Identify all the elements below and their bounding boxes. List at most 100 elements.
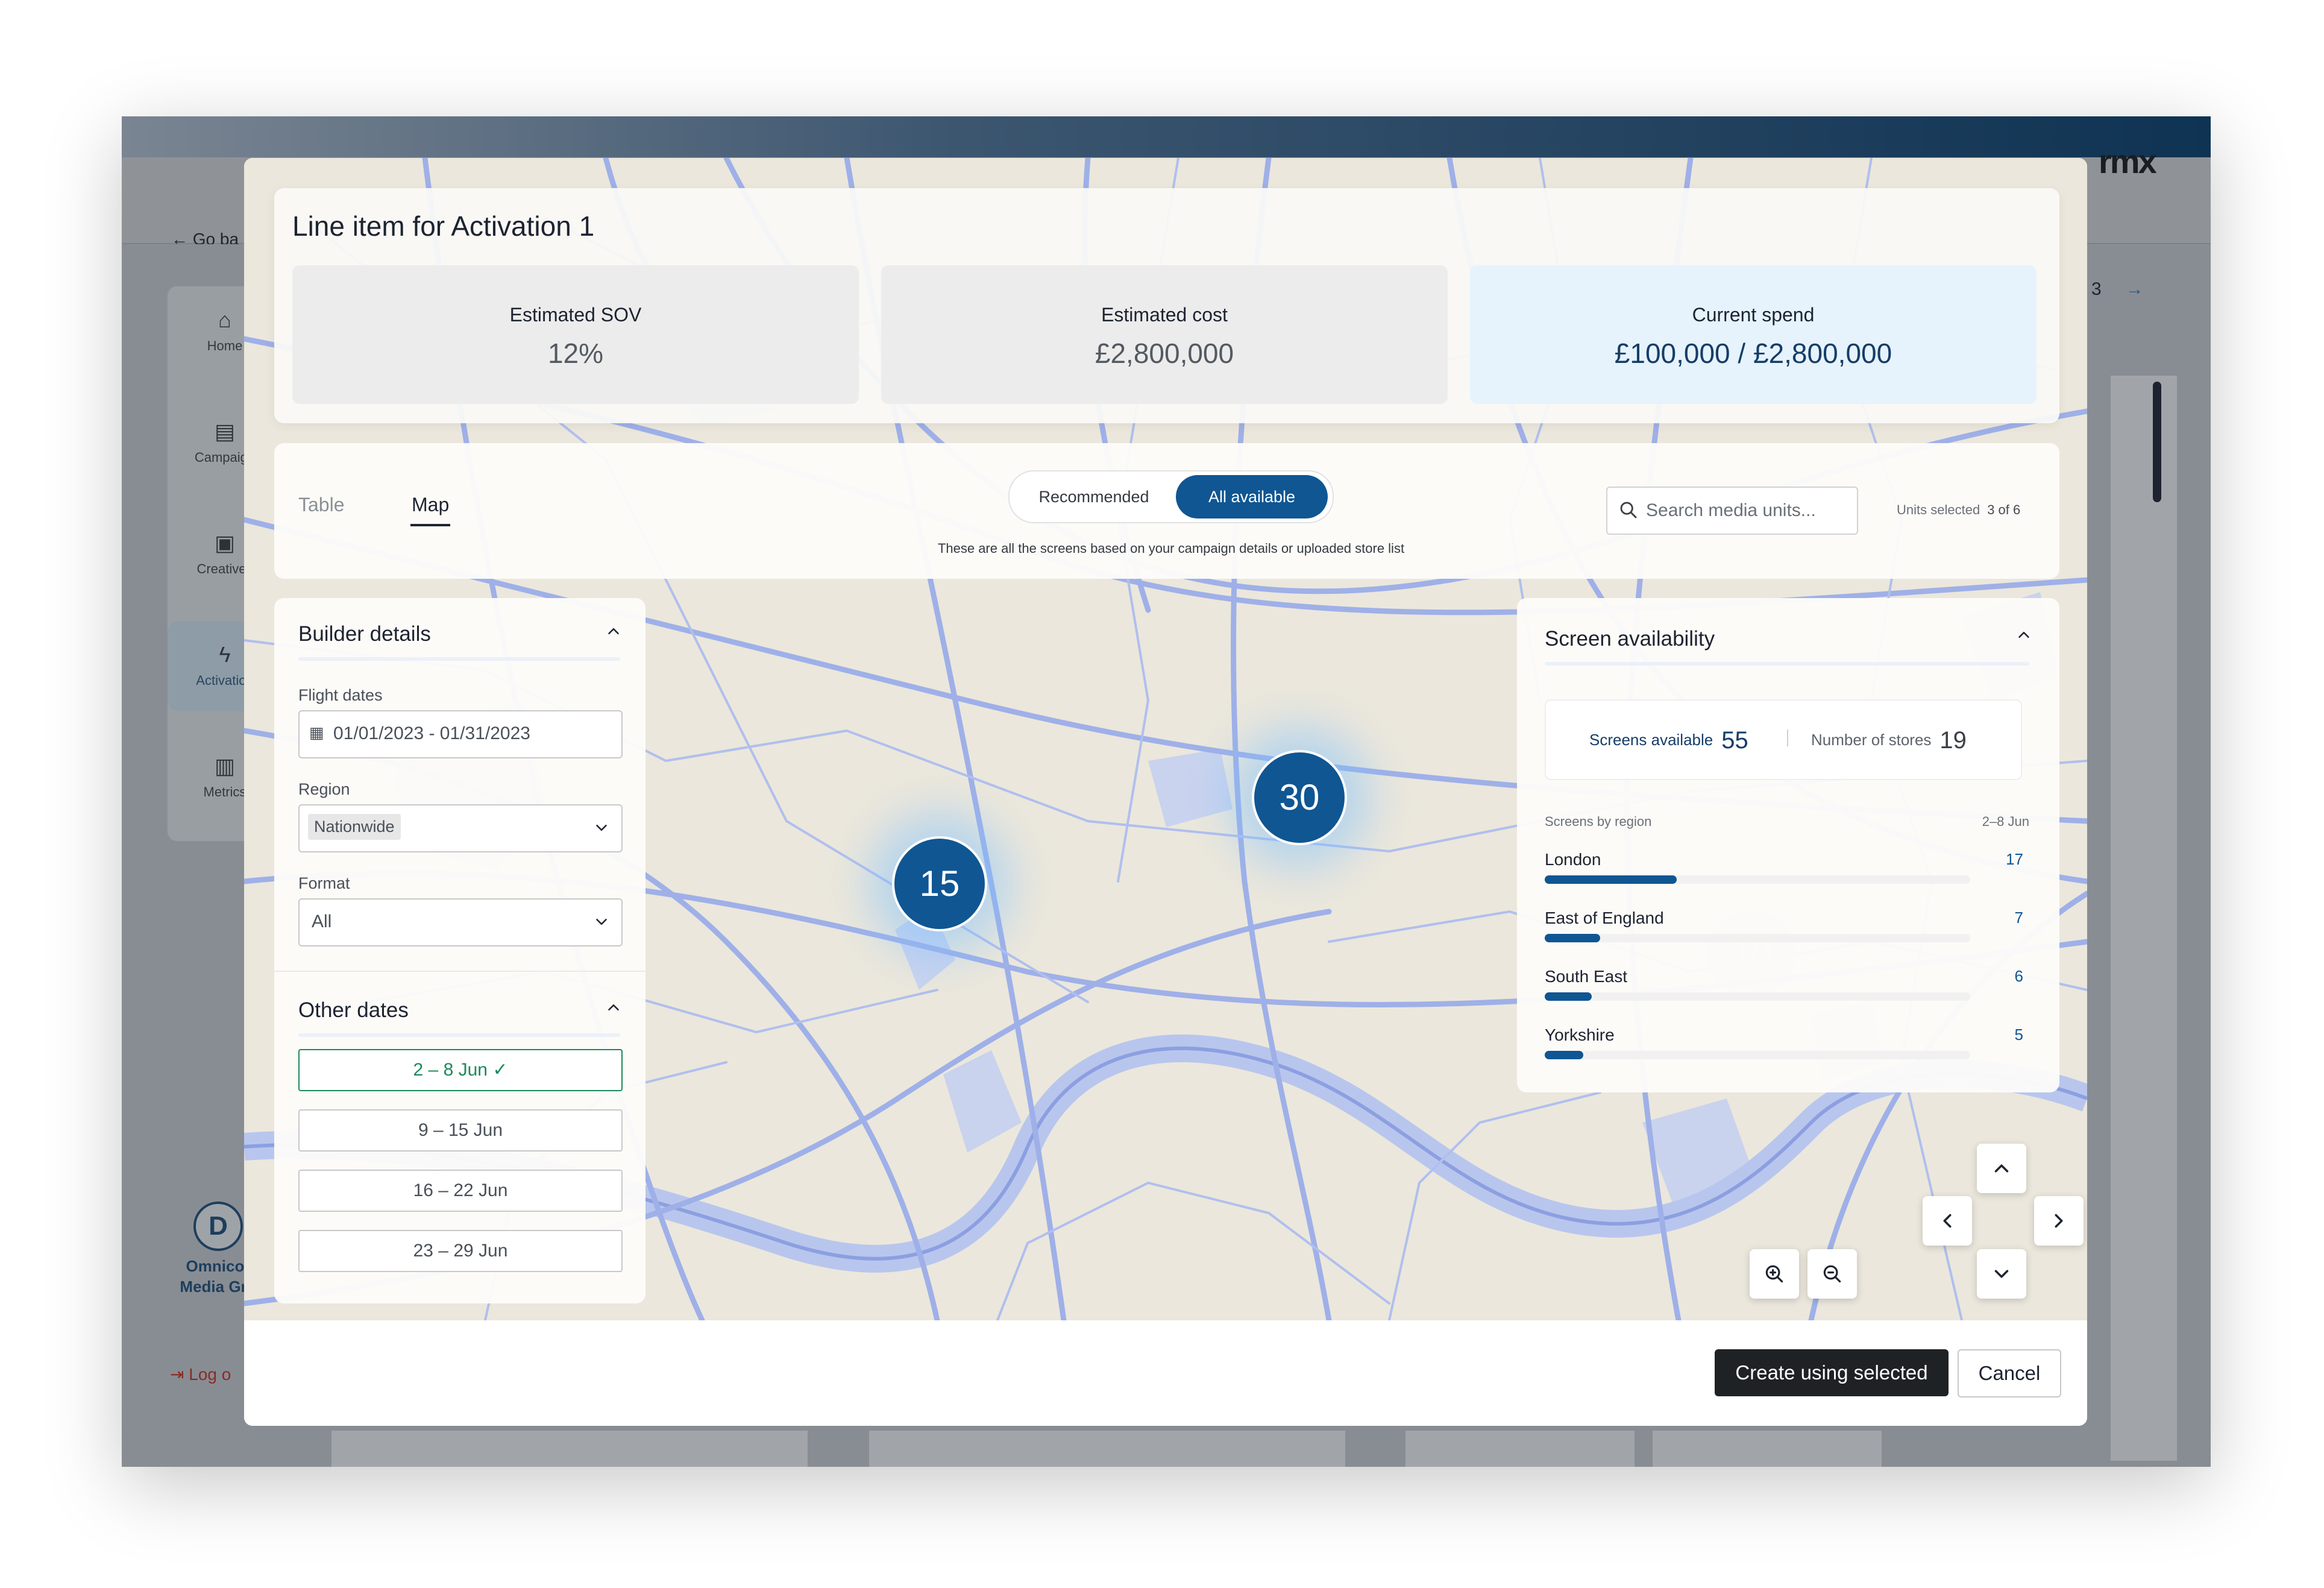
cancel-button[interactable]: Cancel xyxy=(1958,1349,2061,1397)
chevron-up-icon[interactable] xyxy=(2015,626,2033,644)
recommended-option[interactable]: Recommended xyxy=(1014,475,1173,518)
current-spend-card: Current spend £100,000 / £2,800,000 xyxy=(1470,265,2037,404)
zoom-out-button[interactable] xyxy=(1807,1249,1857,1299)
region-row: London 17 xyxy=(1545,850,2029,904)
screen-availability-panel: Screen availability Screens available 55 … xyxy=(1517,598,2059,1092)
region-chip: Nationwide xyxy=(308,814,401,840)
calendar-icon: ▦ xyxy=(309,723,324,742)
date-option[interactable]: 23 – 29 Jun xyxy=(298,1230,623,1272)
zoom-in-button[interactable] xyxy=(1750,1249,1799,1299)
stores-label: Number of stores xyxy=(1811,731,1932,749)
search-input[interactable] xyxy=(1645,495,1852,526)
logout-link[interactable]: ⇥ Log o xyxy=(170,1364,231,1384)
date-option[interactable]: 16 – 22 Jun xyxy=(298,1170,623,1212)
logout-icon: ⇥ xyxy=(170,1365,189,1384)
arrow-right-icon[interactable]: → xyxy=(2126,279,2144,299)
chevron-down-icon xyxy=(596,825,607,831)
images-icon: ▣ xyxy=(214,531,235,555)
background-card xyxy=(869,1431,1345,1467)
stores-value: 19 xyxy=(1939,727,1967,754)
map-cluster-marker[interactable]: 30 xyxy=(1252,750,1347,845)
region-bar-track xyxy=(1545,1051,1970,1059)
rmx-logo: rmx xyxy=(2099,142,2157,180)
screens-available: Screens available 55 xyxy=(1589,727,1748,754)
scrollbar[interactable] xyxy=(2153,382,2161,502)
flight-dates-label: Flight dates xyxy=(298,686,383,704)
screen-availability-title: Screen availability xyxy=(1545,627,1715,651)
format-value: All xyxy=(312,912,332,931)
all-available-option[interactable]: All available xyxy=(1176,475,1328,518)
estimated-sov-card: Estimated SOV 12% xyxy=(292,265,859,404)
stat-value: 12% xyxy=(547,338,604,369)
number-of-stores: Number of stores 19 xyxy=(1811,727,1967,754)
availability-summary: Screens available 55 Number of stores 19 xyxy=(1545,699,2022,780)
other-dates-title: Other dates xyxy=(298,998,409,1022)
format-select[interactable]: All xyxy=(298,898,623,947)
flight-dates-field[interactable]: ▦ 01/01/2023 - 01/31/2023 xyxy=(298,710,623,758)
map-cluster-marker[interactable]: 15 xyxy=(892,836,987,931)
pan-right-button[interactable] xyxy=(2034,1196,2084,1246)
background-card xyxy=(1405,1431,1635,1467)
region-bar-fill xyxy=(1545,875,1677,884)
chevron-up-icon[interactable] xyxy=(605,622,623,640)
tab-table[interactable]: Table xyxy=(298,494,345,516)
panel-divider xyxy=(298,657,620,661)
region-select[interactable]: Nationwide xyxy=(298,804,623,852)
pan-up-button[interactable] xyxy=(1977,1144,2026,1193)
nav-label: Home xyxy=(207,338,243,353)
builder-details-title: Builder details xyxy=(298,622,431,646)
region-bar-track xyxy=(1545,934,1970,942)
region-row: East of England 7 xyxy=(1545,909,2029,963)
region-count: 17 xyxy=(2006,850,2023,868)
units-selected-label: Units selected xyxy=(1897,502,1980,517)
tab-map[interactable]: Map xyxy=(412,494,449,516)
search-box[interactable] xyxy=(1606,487,1858,535)
builder-details-panel: Builder details Flight dates ▦ 01/01/202… xyxy=(274,598,645,1303)
map-park xyxy=(943,1050,1022,1153)
date-option-selected[interactable]: 2 – 8 Jun ✓ xyxy=(298,1049,623,1091)
zoom-in-icon xyxy=(1765,1265,1783,1283)
region-bar-fill xyxy=(1545,934,1600,942)
chevron-right-icon xyxy=(2055,1214,2063,1228)
lightning-icon: ϟ xyxy=(219,642,231,667)
app-top-bar xyxy=(122,116,2211,157)
avatar[interactable]: D xyxy=(193,1202,243,1251)
region-name: East of England xyxy=(1545,909,1664,927)
region-row: South East 6 xyxy=(1545,967,2029,1021)
screen-filter-toggle: Recommended All available xyxy=(1008,470,1334,523)
stat-label: Current spend xyxy=(1692,304,1815,326)
summary-divider xyxy=(1787,729,1788,746)
pan-down-button[interactable] xyxy=(1977,1249,2026,1299)
background-panel xyxy=(2111,376,2177,1461)
stat-label: Estimated cost xyxy=(1101,304,1228,326)
create-using-selected-button[interactable]: Create using selected xyxy=(1715,1349,1949,1396)
view-toolbar: Table Map Recommended All available Thes… xyxy=(274,443,2059,579)
pan-left-button[interactable] xyxy=(1923,1196,1972,1246)
pager-number[interactable]: 3 xyxy=(2091,279,2102,299)
line-item-summary: Line item for Activation 1 Estimated SOV… xyxy=(274,188,2059,423)
stat-value: £2,800,000 xyxy=(1094,338,1234,369)
region-bar-track xyxy=(1545,875,1970,884)
chevron-left-icon xyxy=(1943,1214,1952,1228)
region-name: South East xyxy=(1545,967,1627,986)
background-card xyxy=(1653,1431,1882,1467)
region-count: 5 xyxy=(2014,1026,2023,1044)
filter-hint: These are all the screens based on your … xyxy=(937,541,1405,556)
logout-label: Log o xyxy=(189,1365,231,1384)
stat-value: £100,000 / £2,800,000 xyxy=(1614,338,1892,369)
nav-label: Metrics xyxy=(203,784,247,799)
chevron-up-icon[interactable] xyxy=(605,998,623,1016)
units-selected: Units selected 3 of 6 xyxy=(1897,502,2020,518)
format-label: Format xyxy=(298,874,350,892)
flight-dates-value: 01/01/2023 - 01/31/2023 xyxy=(333,723,530,743)
home-icon: ⌂ xyxy=(218,307,231,332)
stat-label: Estimated SOV xyxy=(509,304,642,326)
zoom-out-icon xyxy=(1823,1265,1841,1283)
region-name: Yorkshire xyxy=(1545,1026,1615,1044)
pager: 3 → xyxy=(2091,279,2144,300)
screens-available-label: Screens available xyxy=(1589,731,1713,749)
date-option[interactable]: 9 – 15 Jun xyxy=(298,1109,623,1152)
panel-divider xyxy=(298,1033,620,1037)
period-label: 2–8 Jun xyxy=(1982,814,2029,829)
region-row: Yorkshire 5 xyxy=(1545,1026,2029,1080)
